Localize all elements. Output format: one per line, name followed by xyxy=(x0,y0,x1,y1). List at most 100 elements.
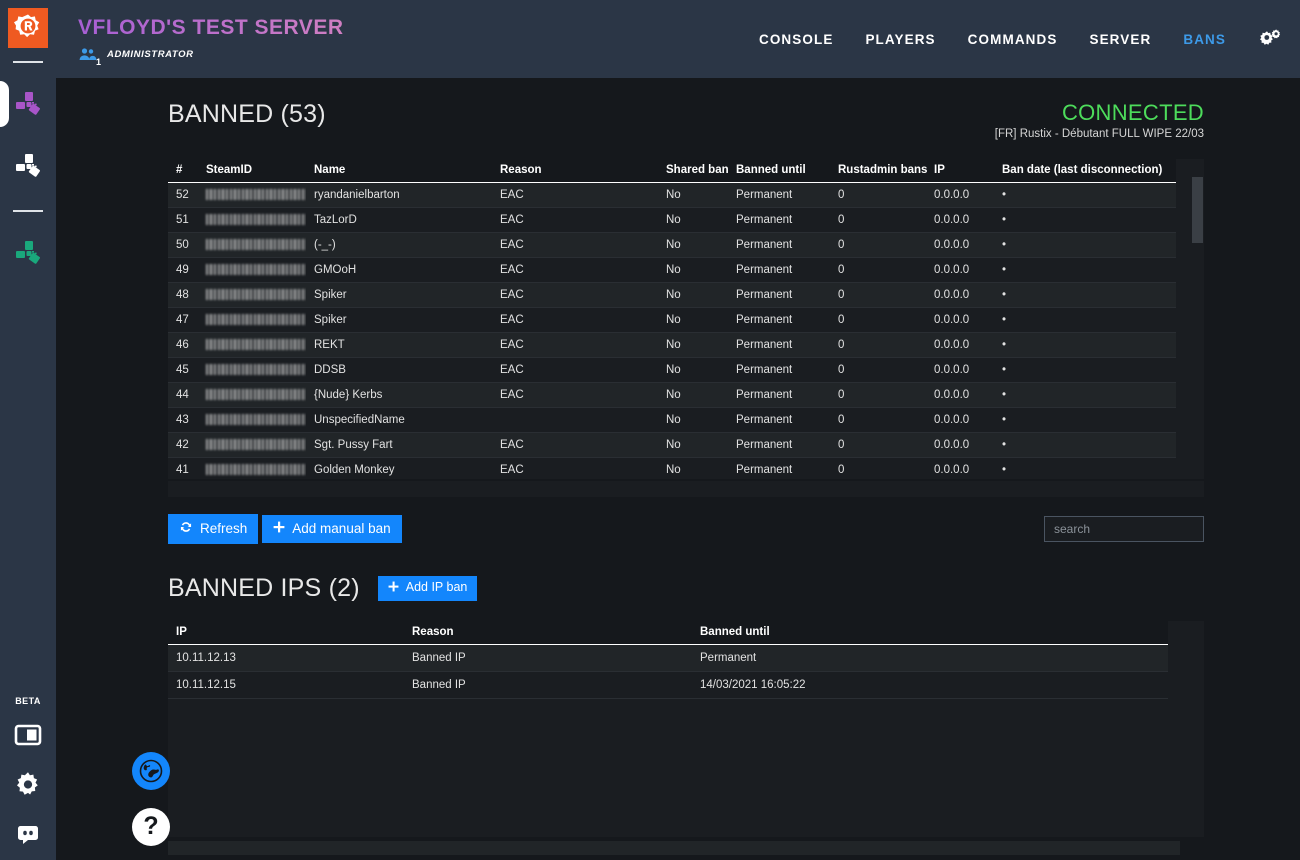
ban-ip: 0.0.0.0 xyxy=(926,283,994,308)
app-root: BETA xyxy=(0,0,1300,860)
banned-ip-address: 10.11.12.13 xyxy=(168,644,404,671)
ban-rustadmin-count: 0 xyxy=(830,233,926,258)
table-row[interactable]: 49GMOoHEACNoPermanent00.0.0.0• xyxy=(168,258,1176,283)
table-row[interactable]: 43UnspecifiedNameNoPermanent00.0.0.0• xyxy=(168,408,1176,433)
col-index[interactable]: # xyxy=(168,159,198,183)
steamid-redacted xyxy=(206,339,306,350)
discord-icon[interactable] xyxy=(11,818,45,852)
ban-steamid xyxy=(198,433,306,458)
table-row[interactable]: 51TazLorDEACNoPermanent00.0.0.0• xyxy=(168,208,1176,233)
steamid-redacted xyxy=(206,189,306,200)
rail-divider-bottom xyxy=(13,210,43,212)
ban-index: 50 xyxy=(168,233,198,258)
ban-shared: No xyxy=(658,208,728,233)
gear-icon[interactable] xyxy=(11,768,45,802)
bans-title: BANNED (53) xyxy=(168,100,326,129)
ban-ip: 0.0.0.0 xyxy=(926,408,994,433)
nav-item-commands[interactable]: COMMANDS xyxy=(968,32,1058,47)
col-banned-until[interactable]: Banned until xyxy=(728,159,830,183)
ban-steamid xyxy=(198,283,306,308)
server-role-row: 1 ADMINISTRATOR xyxy=(78,47,344,63)
beta-label: BETA xyxy=(15,696,40,706)
add-manual-ban-button[interactable]: Add manual ban xyxy=(262,515,401,543)
ban-shared: No xyxy=(658,183,728,208)
col-steamid[interactable]: SteamID xyxy=(198,159,306,183)
col-ip[interactable]: IP xyxy=(168,621,404,645)
table-row[interactable]: 46REKTEACNoPermanent00.0.0.0• xyxy=(168,333,1176,358)
bans-scrollbar-thumb[interactable] xyxy=(1192,177,1203,243)
table-row[interactable]: 10.11.12.13Banned IPPermanent xyxy=(168,644,1168,671)
ban-rustadmin-count: 0 xyxy=(830,183,926,208)
ban-index: 48 xyxy=(168,283,198,308)
table-row[interactable]: 50(-_-)EACNoPermanent00.0.0.0• xyxy=(168,233,1176,258)
ban-date: • xyxy=(994,308,1176,333)
table-row[interactable]: 44{Nude} KerbsEACNoPermanent00.0.0.0• xyxy=(168,383,1176,408)
nav-item-players[interactable]: PLAYERS xyxy=(865,32,935,47)
empty-content-panel xyxy=(168,699,1168,837)
ban-name: Golden Monkey xyxy=(306,458,492,480)
banned-ip-reason: Banned IP xyxy=(404,644,692,671)
nav-item-bans[interactable]: BANS xyxy=(1183,32,1226,47)
ban-reason: EAC xyxy=(492,283,658,308)
col-shared-ban[interactable]: Shared ban xyxy=(658,159,728,183)
add-ip-ban-button[interactable]: Add IP ban xyxy=(378,576,478,601)
table-row[interactable]: 41Golden MonkeyEACNoPermanent00.0.0.0• xyxy=(168,458,1176,480)
ban-name: ryandanielbarton xyxy=(306,183,492,208)
ban-ip: 0.0.0.0 xyxy=(926,233,994,258)
sidebar-item-server-green[interactable] xyxy=(0,222,56,284)
col-banned-until[interactable]: Banned until xyxy=(692,621,1168,645)
status-badge: CONNECTED xyxy=(995,100,1204,126)
page-horizontal-scrollbar[interactable] xyxy=(168,841,1180,855)
col-rustadmin-bans[interactable]: Rustadmin bans xyxy=(830,159,926,183)
col-ip[interactable]: IP xyxy=(926,159,994,183)
bans-header-row-cells: # SteamID Name Reason Shared ban Banned … xyxy=(168,159,1176,183)
table-row[interactable]: 48SpikerEACNoPermanent00.0.0.0• xyxy=(168,283,1176,308)
ban-name: REKT xyxy=(306,333,492,358)
col-ban-date[interactable]: Ban date (last disconnection) xyxy=(994,159,1176,183)
help-icon[interactable]: ? xyxy=(132,808,170,846)
ban-until: Permanent xyxy=(728,258,830,283)
ban-index: 45 xyxy=(168,358,198,383)
ban-steamid xyxy=(198,458,306,480)
ban-until: Permanent xyxy=(728,208,830,233)
sidebar-item-server-white[interactable] xyxy=(0,135,56,197)
panels-icon[interactable] xyxy=(11,718,45,752)
cogs-icon[interactable] xyxy=(1258,28,1282,50)
ban-name: Spiker xyxy=(306,283,492,308)
ban-steamid xyxy=(198,183,306,208)
table-row[interactable]: 52ryandanielbartonEACNoPermanent00.0.0.0… xyxy=(168,183,1176,208)
bans-table-scroll[interactable]: # SteamID Name Reason Shared ban Banned … xyxy=(168,159,1204,479)
ban-rustadmin-count: 0 xyxy=(830,308,926,333)
steamid-redacted xyxy=(206,314,306,325)
sidebar-item-server-purple[interactable] xyxy=(0,73,56,135)
refresh-icon xyxy=(179,520,193,538)
ban-until: Permanent xyxy=(728,458,830,480)
col-reason[interactable]: Reason xyxy=(492,159,658,183)
bans-horizontal-scrollbar[interactable] xyxy=(168,481,1204,497)
rust-logo-icon[interactable] xyxy=(8,8,48,48)
nav-item-server[interactable]: SERVER xyxy=(1089,32,1151,47)
search-input[interactable] xyxy=(1044,516,1204,542)
ban-name: Spiker xyxy=(306,308,492,333)
nav-item-console[interactable]: CONSOLE xyxy=(759,32,833,47)
table-row[interactable]: 42Sgt. Pussy FartEACNoPermanent00.0.0.0• xyxy=(168,433,1176,458)
server-purple-icon xyxy=(12,88,44,120)
refresh-button[interactable]: Refresh xyxy=(168,514,258,544)
plus-icon xyxy=(273,521,285,537)
ban-reason: EAC xyxy=(492,383,658,408)
table-row[interactable]: 45DDSBEACNoPermanent00.0.0.0• xyxy=(168,358,1176,383)
ban-ip: 0.0.0.0 xyxy=(926,333,994,358)
ban-until: Permanent xyxy=(728,183,830,208)
bans-vertical-scrollbar[interactable] xyxy=(1190,159,1204,479)
ban-until: Permanent xyxy=(728,333,830,358)
ban-reason: EAC xyxy=(492,258,658,283)
table-row[interactable]: 10.11.12.15Banned IP14/03/2021 16:05:22 xyxy=(168,671,1168,698)
ban-ip: 0.0.0.0 xyxy=(926,258,994,283)
col-reason[interactable]: Reason xyxy=(404,621,692,645)
globe-icon[interactable] xyxy=(132,752,170,790)
ban-steamid xyxy=(198,258,306,283)
table-row[interactable]: 47SpikerEACNoPermanent00.0.0.0• xyxy=(168,308,1176,333)
col-name[interactable]: Name xyxy=(306,159,492,183)
ban-reason: EAC xyxy=(492,358,658,383)
connected-server-name: [FR] Rustix - Débutant FULL WIPE 22/03 xyxy=(995,128,1204,140)
